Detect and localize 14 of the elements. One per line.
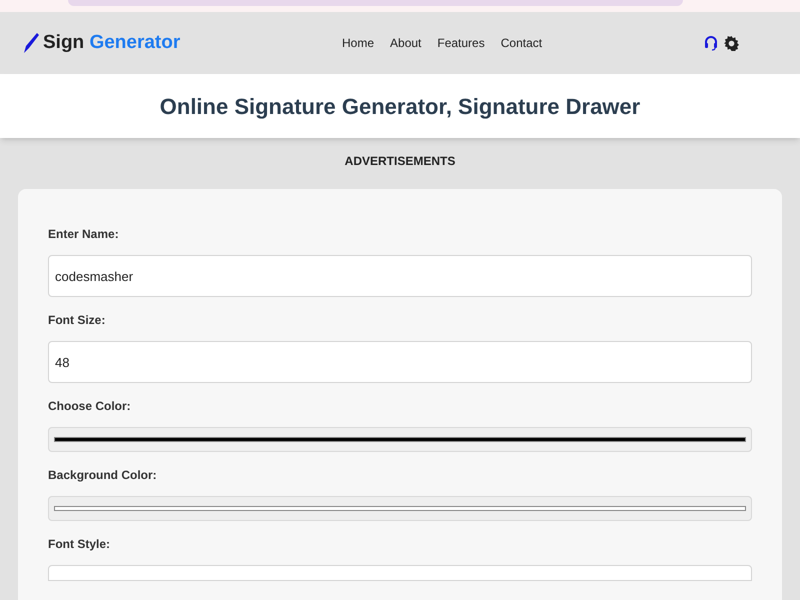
ad-label: ADVERTISEMENTS [344, 153, 456, 170]
input-field[interactable]: 48 [48, 341, 752, 383]
field-label: Choose Color: [48, 398, 132, 415]
field-label: Font Size: [48, 312, 106, 329]
input-field[interactable]: codesmasher [48, 255, 752, 297]
nav-link[interactable]: Features [437, 34, 485, 52]
field-label: Font Style: [48, 536, 111, 553]
nav-link[interactable]: About [390, 34, 422, 52]
brand-logo[interactable]: Sign Generator [43, 28, 180, 58]
nav-link[interactable]: Home [342, 34, 374, 52]
page-title: Online Signature Generator, Signature Drawer [160, 92, 640, 121]
nav-link[interactable]: Contact [500, 34, 542, 52]
field-label: Enter Name: [48, 226, 120, 243]
field-label: Background Color: [48, 467, 158, 484]
